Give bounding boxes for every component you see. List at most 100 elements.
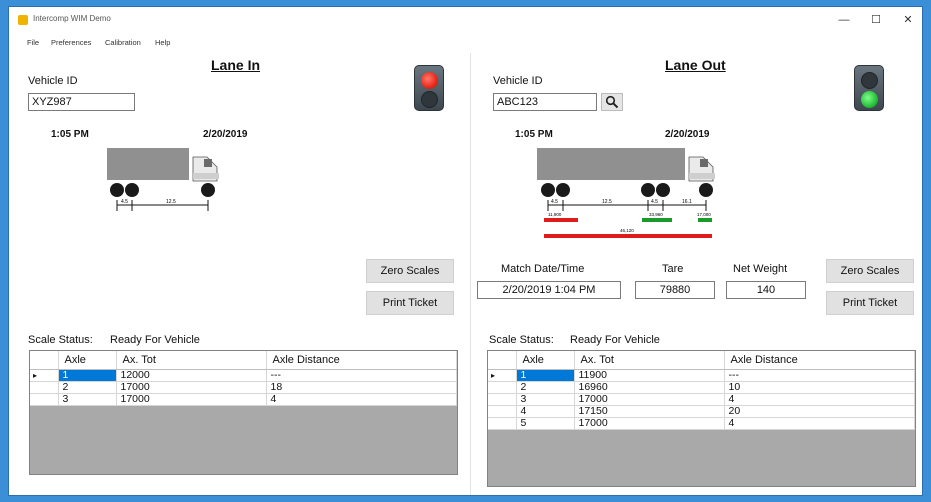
cell-ax-tot[interactable]: 17000 [574,393,725,406]
current-row-indicator-icon: ▸ [488,369,517,382]
axle-dim-label: 4.5 [651,199,658,205]
axle-weight-label: 17,000 [697,212,711,217]
wheel-icon [556,183,570,197]
row-header [488,393,517,406]
column-header-axle-distance[interactable]: Axle Distance [724,351,915,370]
row-header [488,417,517,430]
cab-icon [688,156,715,182]
axle-dim-label: 16.1 [682,199,692,205]
gross-overweight-bar [544,234,712,238]
row-header-corner [488,351,517,370]
lane-in-time: 1:05 PM [51,129,89,140]
vehicle-search-button[interactable] [601,93,623,111]
cell-axle[interactable]: 3 [516,393,575,406]
table-row[interactable]: 2 16960 10 [488,381,915,394]
grid-header-row: Axle Ax. Tot Axle Distance [30,351,457,370]
lane-in-zero-scales-button[interactable]: Zero Scales [366,259,454,283]
cell-ax-tot[interactable]: 11900 [574,369,725,382]
axle-dim-label: 4.5 [121,199,128,205]
lane-out-scale-status: Ready For Vehicle [570,334,660,346]
cell-axle[interactable]: 1 [58,369,117,382]
menu-file[interactable]: File [27,38,39,47]
cell-axle-distance[interactable]: 4 [266,393,457,406]
close-button[interactable]: ✕ [893,11,922,29]
lane-out-truck-diagram: 4.5 12.5 4.5 16.1 11,900 33,960 17,000 4… [537,148,715,238]
lane-in-scale-status: Ready For Vehicle [110,334,200,346]
cell-axle[interactable]: 4 [516,405,575,418]
menu-preferences[interactable]: Preferences [51,38,91,47]
lane-divider [470,53,471,495]
row-header [30,393,59,406]
cell-axle-distance[interactable]: 20 [724,405,915,418]
table-row[interactable]: ▸ 1 12000 --- [30,369,457,382]
cell-axle-distance[interactable]: 18 [266,381,457,394]
axle-weight-label: 11,900 [548,212,562,217]
lane-out-title: Lane Out [665,57,726,73]
lane-in-vehicle-id-label: Vehicle ID [28,75,78,87]
cell-ax-tot[interactable]: 16960 [574,381,725,394]
lane-out-scale-status-label: Scale Status: [489,334,554,346]
menu-bar: File Preferences Calibration Help [9,35,922,51]
table-row[interactable]: 3 17000 4 [30,393,457,406]
window-title: Intercomp WIM Demo [33,14,111,23]
lane-out-print-ticket-button[interactable]: Print Ticket [826,291,914,315]
table-row[interactable]: ▸ 1 11900 --- [488,369,915,382]
wheel-icon [656,183,670,197]
cell-ax-tot[interactable]: 12000 [116,369,267,382]
app-window: Intercomp WIM Demo — ☐ ✕ File Preference… [8,6,923,496]
lane-in-vehicle-id-input[interactable]: XYZ987 [28,93,135,111]
cell-axle-distance[interactable]: 4 [724,393,915,406]
wheel-icon [641,183,655,197]
lane-out-date: 2/20/2019 [665,129,710,140]
cell-ax-tot[interactable]: 17000 [574,417,725,430]
column-header-axle[interactable]: Axle [58,351,117,370]
axle-dim-label: 4.5 [551,199,558,205]
lane-out-time: 1:05 PM [515,129,553,140]
axle-weight-label: 33,960 [649,212,663,217]
column-header-ax-tot[interactable]: Ax. Tot [574,351,725,370]
match-datetime-label: Match Date/Time [501,263,585,275]
grid-header-row: Axle Ax. Tot Axle Distance [488,351,915,370]
search-icon [605,95,619,109]
lane-in-scale-status-label: Scale Status: [28,334,93,346]
cell-axle-distance[interactable]: --- [266,369,457,382]
net-weight-field[interactable]: 140 [726,281,806,299]
lane-out-axle-grid[interactable]: Axle Ax. Tot Axle Distance ▸ 1 11900 ---… [487,350,916,487]
ok-weight-bar [642,218,672,222]
cell-axle[interactable]: 2 [516,381,575,394]
lane-in-axle-grid[interactable]: Axle Ax. Tot Axle Distance ▸ 1 12000 ---… [29,350,458,475]
wheel-icon [125,183,139,197]
menu-help[interactable]: Help [155,38,170,47]
overweight-bar [544,218,578,222]
maximize-button[interactable]: ☐ [861,11,891,29]
cell-ax-tot[interactable]: 17000 [116,381,267,394]
table-row[interactable]: 3 17000 4 [488,393,915,406]
title-bar: Intercomp WIM Demo — ☐ ✕ [9,7,922,33]
lane-in-date: 2/20/2019 [203,129,248,140]
cell-axle[interactable]: 1 [516,369,575,382]
cell-axle[interactable]: 3 [58,393,117,406]
lane-out-vehicle-id-input[interactable]: ABC123 [493,93,597,111]
cell-ax-tot[interactable]: 17150 [574,405,725,418]
column-header-axle[interactable]: Axle [516,351,575,370]
column-header-ax-tot[interactable]: Ax. Tot [116,351,267,370]
wheel-icon [110,183,124,197]
table-row[interactable]: 4 17150 20 [488,405,915,418]
lane-in-print-ticket-button[interactable]: Print Ticket [366,291,454,315]
tare-field[interactable]: 79880 [635,281,715,299]
cell-axle-distance[interactable]: 10 [724,381,915,394]
match-datetime-field[interactable]: 2/20/2019 1:04 PM [477,281,621,299]
lane-out-zero-scales-button[interactable]: Zero Scales [826,259,914,283]
cell-axle[interactable]: 5 [516,417,575,430]
cell-axle[interactable]: 2 [58,381,117,394]
table-row[interactable]: 5 17000 4 [488,417,915,430]
column-header-axle-distance[interactable]: Axle Distance [266,351,457,370]
lane-out-vehicle-id-label: Vehicle ID [493,75,543,87]
table-row[interactable]: 2 17000 18 [30,381,457,394]
cell-axle-distance[interactable]: 4 [724,417,915,430]
cell-axle-distance[interactable]: --- [724,369,915,382]
wheel-icon [541,183,555,197]
cell-ax-tot[interactable]: 17000 [116,393,267,406]
menu-calibration[interactable]: Calibration [105,38,141,47]
minimize-button[interactable]: — [829,11,859,29]
